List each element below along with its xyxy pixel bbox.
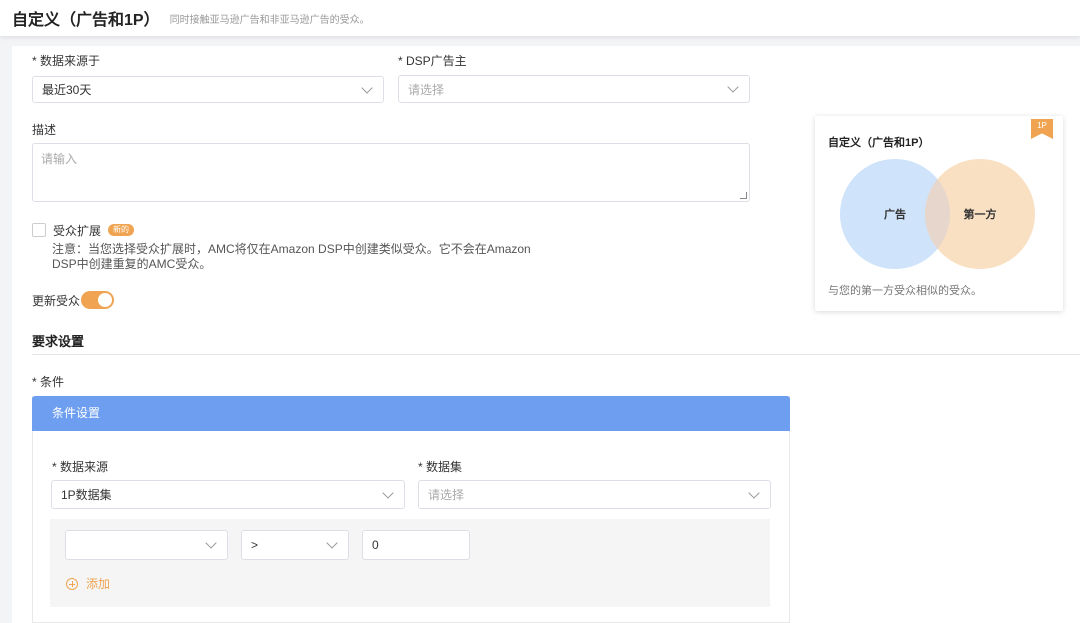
venn-right-label: 第一方 (964, 207, 997, 221)
rule-value-input[interactable]: 0 (362, 530, 470, 560)
add-condition-label: 添加 (86, 577, 111, 591)
page-title: 自定义（广告和1P） (12, 12, 160, 29)
condition-datasource-label: * 数据来源 (52, 460, 109, 474)
chevron-down-icon (205, 537, 217, 549)
requirements-section-title: 要求设置 (32, 334, 85, 349)
conditions-label: * 条件 (32, 375, 65, 389)
chevron-down-icon (326, 537, 338, 549)
chevron-down-icon (361, 81, 373, 94)
condition-datasource-select[interactable]: 1P数据集 (51, 480, 405, 509)
rule-field-select[interactable] (65, 530, 228, 560)
rule-operator-value: > (251, 538, 259, 552)
condition-datasource-value: 1P数据集 (61, 488, 112, 502)
chevron-down-icon (727, 81, 739, 93)
condition-dataset-placeholder: 请选择 (428, 488, 465, 502)
description-label: 描述 (32, 123, 57, 137)
data-source-value: 最近30天 (42, 83, 92, 97)
audience-expansion-checkbox[interactable] (32, 223, 46, 237)
audience-expansion-note: 注意：当您选择受众扩展时，AMC将仅在Amazon DSP中创建类似受众。它不会… (52, 242, 531, 271)
rule-number-value: 0 (372, 538, 379, 552)
rule-operator-select[interactable]: > (241, 530, 349, 560)
update-audience-toggle[interactable] (81, 291, 114, 309)
description-textarea[interactable]: 请输入 (32, 143, 750, 202)
venn-left-label: 广告 (884, 207, 906, 221)
condition-panel-header: 条件设置 (32, 396, 790, 431)
description-placeholder: 请输入 (41, 152, 78, 166)
audience-expansion-label: 受众扩展 (53, 224, 102, 238)
plus-circle-icon (66, 577, 78, 590)
data-source-label: * 数据来源于 (32, 54, 101, 68)
chevron-down-icon (748, 486, 760, 499)
audience-type-card: 自定义（广告和1P） 1P 广告 第一方 与您的第一方受众相似的受众。 (815, 116, 1063, 311)
page-header: 自定义（广告和1P） 同时接触亚马逊广告和非亚马逊广告的受众。 (0, 0, 1080, 36)
dsp-advertiser-label: * DSP广告主 (398, 54, 467, 68)
page-subtitle: 同时接触亚马逊广告和非亚马逊广告的受众。 (169, 14, 370, 26)
condition-dataset-label: * 数据集 (418, 460, 463, 474)
dsp-advertiser-select[interactable]: 请选择 (398, 75, 750, 103)
new-badge: 新的 (108, 224, 134, 236)
card-description: 与您的第一方受众相似的受众。 (828, 285, 982, 297)
resize-grip-icon[interactable] (740, 192, 747, 199)
dsp-advertiser-placeholder: 请选择 (408, 82, 445, 97)
add-condition-button[interactable]: 添加 (66, 575, 110, 592)
chevron-down-icon (382, 486, 394, 499)
section-divider (32, 354, 1080, 355)
condition-dataset-select[interactable]: 请选择 (418, 480, 771, 509)
update-audience-label: 更新受众 (32, 294, 81, 308)
toggle-knob (98, 293, 112, 307)
data-source-select[interactable]: 最近30天 (32, 76, 384, 103)
